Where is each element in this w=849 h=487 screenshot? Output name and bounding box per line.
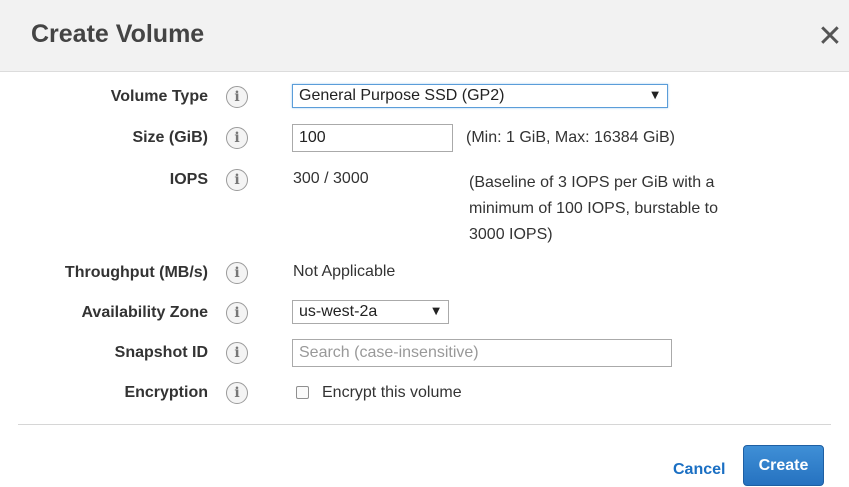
dropdown-caret-icon: ▼ bbox=[651, 90, 659, 101]
info-icon[interactable]: i bbox=[226, 302, 248, 324]
cancel-button[interactable]: Cancel bbox=[673, 458, 725, 482]
dialog-title: Create Volume bbox=[31, 20, 205, 48]
info-icon[interactable]: i bbox=[226, 382, 248, 404]
info-icon[interactable]: i bbox=[226, 342, 248, 364]
footer-divider bbox=[18, 424, 831, 425]
encrypt-checkbox[interactable] bbox=[296, 386, 309, 399]
availability-zone-row: Availability Zone i us-west-2a ▼ bbox=[0, 300, 849, 326]
iops-value: 300 / 3000 bbox=[293, 170, 369, 187]
snapshot-label: Snapshot ID bbox=[114, 344, 208, 361]
iops-hint-line-3: 3000 IOPS) bbox=[469, 226, 553, 243]
info-icon[interactable]: i bbox=[226, 86, 248, 108]
info-icon[interactable]: i bbox=[226, 127, 248, 149]
size-hint: (Min: 1 GiB, Max: 16384 GiB) bbox=[466, 129, 675, 146]
iops-hint-line-2: minimum of 100 IOPS, burstable to bbox=[469, 200, 718, 217]
throughput-row: Throughput (MB/s) i Not Applicable bbox=[0, 260, 849, 286]
volume-type-row: Volume Type i General Purpose SSD (GP2) … bbox=[0, 84, 849, 110]
encryption-label: Encryption bbox=[124, 384, 208, 401]
iops-label: IOPS bbox=[169, 171, 208, 188]
throughput-value: Not Applicable bbox=[293, 263, 396, 280]
close-icon[interactable]: ✕ bbox=[816, 20, 844, 54]
throughput-label: Throughput (MB/s) bbox=[64, 264, 208, 281]
info-icon[interactable]: i bbox=[226, 262, 248, 284]
dropdown-caret-icon: ▼ bbox=[432, 306, 440, 317]
availability-zone-value: us-west-2a bbox=[299, 303, 378, 320]
snapshot-search-input[interactable] bbox=[292, 339, 672, 367]
volume-type-select[interactable]: General Purpose SSD (GP2) ▼ bbox=[292, 84, 668, 108]
iops-hint-line-1: (Baseline of 3 IOPS per GiB with a bbox=[469, 174, 715, 191]
info-icon[interactable]: i bbox=[226, 169, 248, 191]
iops-row: IOPS i 300 / 3000 (Baseline of 3 IOPS pe… bbox=[0, 167, 849, 243]
availability-zone-select[interactable]: us-west-2a ▼ bbox=[292, 300, 449, 324]
size-input[interactable] bbox=[292, 124, 453, 152]
volume-type-label: Volume Type bbox=[110, 88, 208, 105]
size-label: Size (GiB) bbox=[132, 129, 208, 146]
size-row: Size (GiB) i (Min: 1 GiB, Max: 16384 GiB… bbox=[0, 124, 849, 152]
volume-type-value: General Purpose SSD (GP2) bbox=[299, 87, 505, 104]
availability-zone-label: Availability Zone bbox=[81, 304, 208, 321]
encrypt-checkbox-label[interactable]: Encrypt this volume bbox=[322, 380, 462, 406]
dialog-header: Create Volume ✕ bbox=[0, 0, 849, 72]
encryption-row: Encryption i Encrypt this volume bbox=[0, 380, 849, 406]
snapshot-row: Snapshot ID i bbox=[0, 339, 849, 367]
create-button[interactable]: Create bbox=[743, 445, 824, 486]
